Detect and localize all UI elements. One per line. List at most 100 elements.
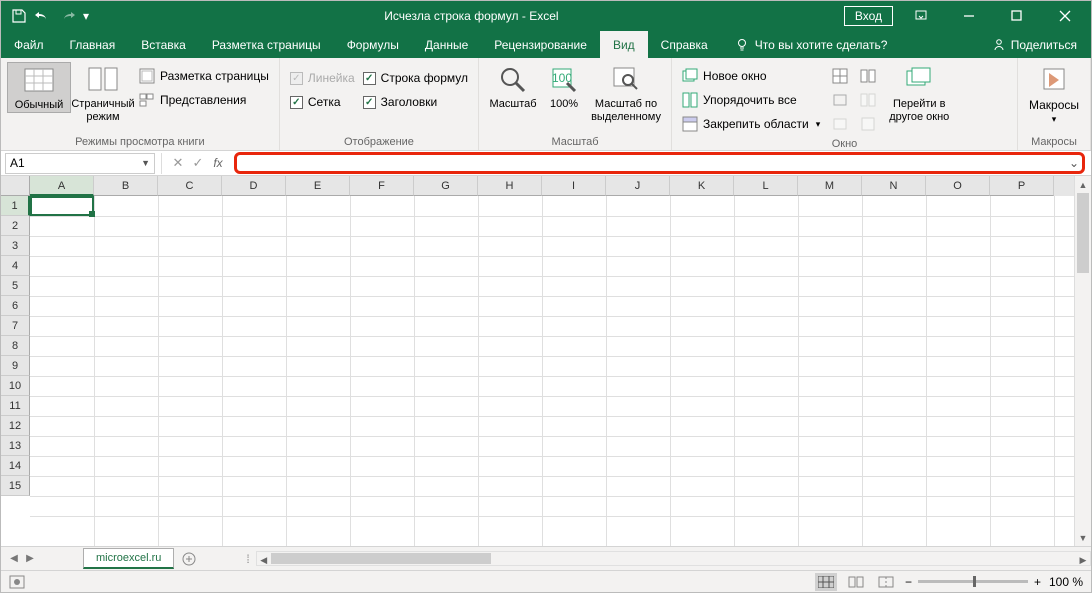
- row-header[interactable]: 6: [1, 296, 30, 316]
- tab-insert[interactable]: Вставка: [128, 31, 199, 58]
- row-header[interactable]: 5: [1, 276, 30, 296]
- pagelayout-view-button[interactable]: Разметка страницы: [139, 66, 269, 86]
- pagelayout-status-icon[interactable]: [845, 573, 867, 591]
- close-button[interactable]: [1045, 1, 1085, 31]
- row-header[interactable]: 7: [1, 316, 30, 336]
- scroll-thumb[interactable]: [271, 553, 491, 564]
- column-header[interactable]: N: [862, 176, 926, 196]
- cell-grid[interactable]: [30, 196, 1074, 546]
- column-header[interactable]: K: [670, 176, 734, 196]
- column-header[interactable]: C: [158, 176, 222, 196]
- undo-icon[interactable]: [33, 6, 53, 26]
- column-header[interactable]: H: [478, 176, 542, 196]
- normal-view-status-icon[interactable]: [815, 573, 837, 591]
- zoom-selection-button[interactable]: Масштаб по выделенному: [587, 62, 665, 124]
- reset-pos-button[interactable]: [860, 114, 876, 134]
- record-macro-icon[interactable]: [9, 575, 25, 589]
- minimize-button[interactable]: [949, 1, 989, 31]
- fx-icon[interactable]: fx: [208, 156, 228, 170]
- cancel-formula-icon[interactable]: ✕: [168, 155, 188, 171]
- column-header[interactable]: M: [798, 176, 862, 196]
- sync-scroll-button[interactable]: [860, 66, 876, 86]
- tab-pagelayout[interactable]: Разметка страницы: [199, 31, 334, 58]
- scroll-thumb[interactable]: [1077, 193, 1089, 273]
- tell-me[interactable]: Что вы хотите сделать?: [721, 31, 902, 58]
- zoom-in-icon[interactable]: +: [1034, 575, 1041, 589]
- pagebreak-status-icon[interactable]: [875, 573, 897, 591]
- row-header[interactable]: 1: [1, 196, 30, 216]
- arrange-all-button[interactable]: Упорядочить все: [682, 90, 820, 110]
- view-side-button[interactable]: [860, 90, 876, 110]
- column-header[interactable]: B: [94, 176, 158, 196]
- ribbon-options-icon[interactable]: [901, 1, 941, 31]
- tab-home[interactable]: Главная: [57, 31, 129, 58]
- row-header[interactable]: 15: [1, 476, 30, 496]
- column-header[interactable]: P: [990, 176, 1054, 196]
- tab-formulas[interactable]: Формулы: [334, 31, 412, 58]
- redo-icon[interactable]: [57, 6, 77, 26]
- row-header[interactable]: 12: [1, 416, 30, 436]
- column-header[interactable]: F: [350, 176, 414, 196]
- scroll-up-icon[interactable]: ▲: [1075, 176, 1091, 193]
- row-header[interactable]: 13: [1, 436, 30, 456]
- column-header[interactable]: L: [734, 176, 798, 196]
- horizontal-scrollbar[interactable]: ◀ ▶: [256, 551, 1091, 566]
- nav-prev-icon[interactable]: ◀: [7, 553, 21, 564]
- column-header[interactable]: I: [542, 176, 606, 196]
- split-button[interactable]: [832, 66, 848, 86]
- custom-views-button[interactable]: Представления: [139, 90, 269, 110]
- column-header[interactable]: D: [222, 176, 286, 196]
- column-header[interactable]: E: [286, 176, 350, 196]
- column-header[interactable]: J: [606, 176, 670, 196]
- zoom-100-button[interactable]: 100 100%: [541, 62, 587, 111]
- headings-checkbox[interactable]: Заголовки: [363, 92, 468, 112]
- switch-window-button[interactable]: Перейти в другое окно: [880, 62, 958, 124]
- tab-split-handle[interactable]: ⁞: [240, 552, 255, 566]
- row-header[interactable]: 9: [1, 356, 30, 376]
- row-header[interactable]: 14: [1, 456, 30, 476]
- save-icon[interactable]: [9, 6, 29, 26]
- column-header[interactable]: G: [414, 176, 478, 196]
- scroll-left-icon[interactable]: ◀: [257, 552, 271, 569]
- qat-dropdown-icon[interactable]: ▾: [81, 6, 91, 26]
- scroll-down-icon[interactable]: ▼: [1075, 529, 1091, 546]
- zoom-out-icon[interactable]: −: [905, 575, 912, 589]
- unhide-button[interactable]: [832, 114, 848, 134]
- row-header[interactable]: 8: [1, 336, 30, 356]
- formulabar-checkbox[interactable]: Строка формул: [363, 68, 468, 88]
- row-header[interactable]: 10: [1, 376, 30, 396]
- tab-data[interactable]: Данные: [412, 31, 481, 58]
- select-all-corner[interactable]: [1, 176, 30, 196]
- tab-help[interactable]: Справка: [648, 31, 721, 58]
- vertical-scrollbar[interactable]: ▲ ▼: [1074, 176, 1091, 546]
- formula-input[interactable]: [237, 155, 1066, 171]
- formula-expand-icon[interactable]: ⌄: [1066, 156, 1082, 170]
- row-header[interactable]: 11: [1, 396, 30, 416]
- column-header[interactable]: O: [926, 176, 990, 196]
- nav-next-icon[interactable]: ▶: [23, 553, 37, 564]
- tab-review[interactable]: Рецензирование: [481, 31, 600, 58]
- normal-view-button[interactable]: Обычный: [7, 62, 71, 113]
- zoom-level[interactable]: 100 %: [1049, 575, 1083, 589]
- new-window-button[interactable]: Новое окно: [682, 66, 820, 86]
- row-header[interactable]: 2: [1, 216, 30, 236]
- login-button[interactable]: Вход: [844, 6, 893, 26]
- column-header[interactable]: A: [30, 176, 94, 196]
- scroll-right-icon[interactable]: ▶: [1076, 552, 1090, 569]
- add-sheet-button[interactable]: [178, 548, 200, 570]
- share-button[interactable]: Поделиться: [978, 31, 1091, 58]
- maximize-button[interactable]: [997, 1, 1037, 31]
- row-header[interactable]: 3: [1, 236, 30, 256]
- macros-button[interactable]: Макросы▾: [1024, 62, 1084, 126]
- enter-formula-icon[interactable]: ✓: [188, 155, 208, 171]
- tab-view[interactable]: Вид: [600, 31, 648, 58]
- sheet-tab[interactable]: microexcel.ru: [83, 548, 174, 569]
- freeze-panes-button[interactable]: Закрепить области▾: [682, 114, 820, 134]
- zoom-button[interactable]: Масштаб: [485, 62, 541, 111]
- tab-file[interactable]: Файл: [1, 31, 57, 58]
- zoom-slider[interactable]: − +: [905, 575, 1041, 589]
- name-box[interactable]: A1▼: [5, 153, 155, 174]
- pagebreak-view-button[interactable]: Страничный режим: [71, 62, 135, 124]
- hide-button[interactable]: [832, 90, 848, 110]
- gridlines-checkbox[interactable]: Сетка: [290, 92, 355, 112]
